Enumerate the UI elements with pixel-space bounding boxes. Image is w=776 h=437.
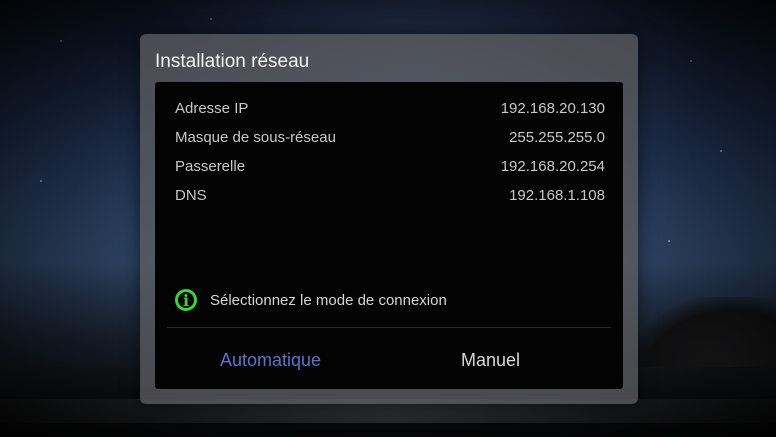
row-label: Adresse IP bbox=[175, 100, 249, 117]
divider bbox=[167, 327, 611, 328]
row-value: 192.168.1.108 bbox=[509, 187, 605, 204]
automatic-button[interactable]: Automatique bbox=[220, 350, 321, 371]
dns-row: DNS 192.168.1.108 bbox=[175, 187, 605, 209]
ip-address-row: Adresse IP 192.168.20.130 bbox=[175, 100, 605, 122]
row-value: 255.255.255.0 bbox=[509, 129, 605, 146]
dialog-title: Installation réseau bbox=[155, 51, 310, 72]
network-info-panel: Adresse IP 192.168.20.130 Masque de sous… bbox=[155, 82, 623, 389]
row-value: 192.168.20.254 bbox=[500, 158, 605, 175]
info-text: Sélectionnez le mode de connexion bbox=[210, 291, 447, 309]
info-icon: i bbox=[175, 289, 197, 311]
row-value: 192.168.20.130 bbox=[500, 100, 605, 117]
row-label: Passerelle bbox=[175, 158, 246, 175]
subnet-mask-row: Masque de sous-réseau 255.255.255.0 bbox=[175, 129, 605, 151]
gateway-row: Passerelle 192.168.20.254 bbox=[175, 158, 605, 180]
row-label: DNS bbox=[175, 187, 207, 204]
manual-button[interactable]: Manuel bbox=[461, 350, 520, 371]
network-setup-dialog: Installation réseau Adresse IP 192.168.2… bbox=[140, 34, 638, 404]
info-message: i Sélectionnez le mode de connexion bbox=[175, 287, 447, 313]
row-label: Masque de sous-réseau bbox=[175, 129, 336, 146]
